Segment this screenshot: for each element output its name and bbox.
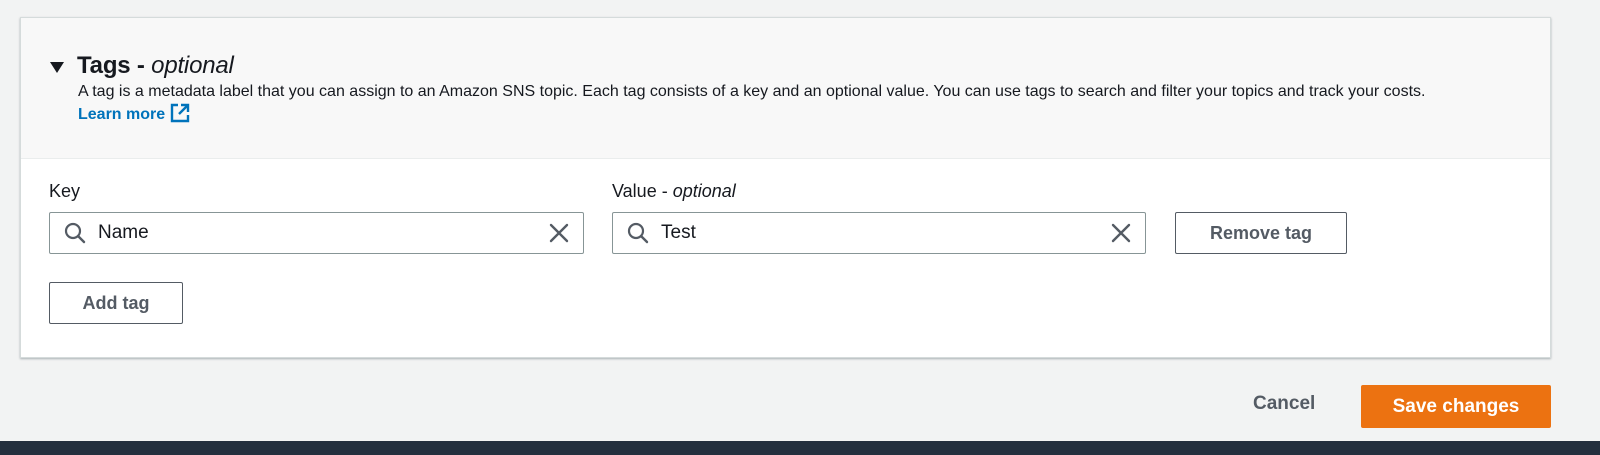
tags-title-text: Tags - [77, 52, 152, 79]
tags-expander[interactable]: Tags - optional [50, 52, 234, 80]
key-label: Key [49, 181, 81, 201]
remove-tag-button[interactable]: Remove tag [1175, 212, 1347, 254]
clear-value-icon[interactable] [1110, 222, 1132, 244]
tags-panel: Tags - optional A tag is a metadata labe… [20, 17, 1551, 358]
footer-bar [0, 441, 1600, 455]
learn-more-label: Learn more [78, 106, 166, 123]
add-tag-button[interactable]: Add tag [49, 282, 183, 324]
clear-key-icon[interactable] [548, 222, 570, 244]
search-icon [627, 222, 649, 244]
caret-down-icon[interactable] [50, 61, 64, 73]
learn-more-link[interactable]: Learn more [78, 103, 190, 123]
page: Tags - optional A tag is a metadata labe… [0, 0, 1600, 455]
value-label: Value - optional [612, 181, 736, 202]
save-changes-button[interactable]: Save changes [1361, 385, 1551, 428]
value-label-text: Value - [612, 181, 673, 201]
tags-description: A tag is a metadata label that you can a… [78, 80, 1518, 126]
value-input[interactable]: Test [612, 212, 1146, 254]
key-input[interactable]: Name [49, 212, 584, 254]
search-icon [64, 222, 86, 244]
tags-title-optional: optional [151, 52, 234, 79]
tags-description-text: A tag is a metadata label that you can a… [78, 83, 1426, 100]
cancel-button[interactable]: Cancel [1253, 393, 1315, 415]
tags-panel-header: Tags - optional A tag is a metadata labe… [21, 18, 1550, 159]
external-link-icon [170, 103, 190, 123]
key-input-value[interactable]: Name [98, 222, 548, 244]
value-label-optional: optional [672, 181, 736, 201]
tags-panel-title: Tags - optional [77, 52, 234, 80]
value-input-value[interactable]: Test [661, 222, 1110, 244]
